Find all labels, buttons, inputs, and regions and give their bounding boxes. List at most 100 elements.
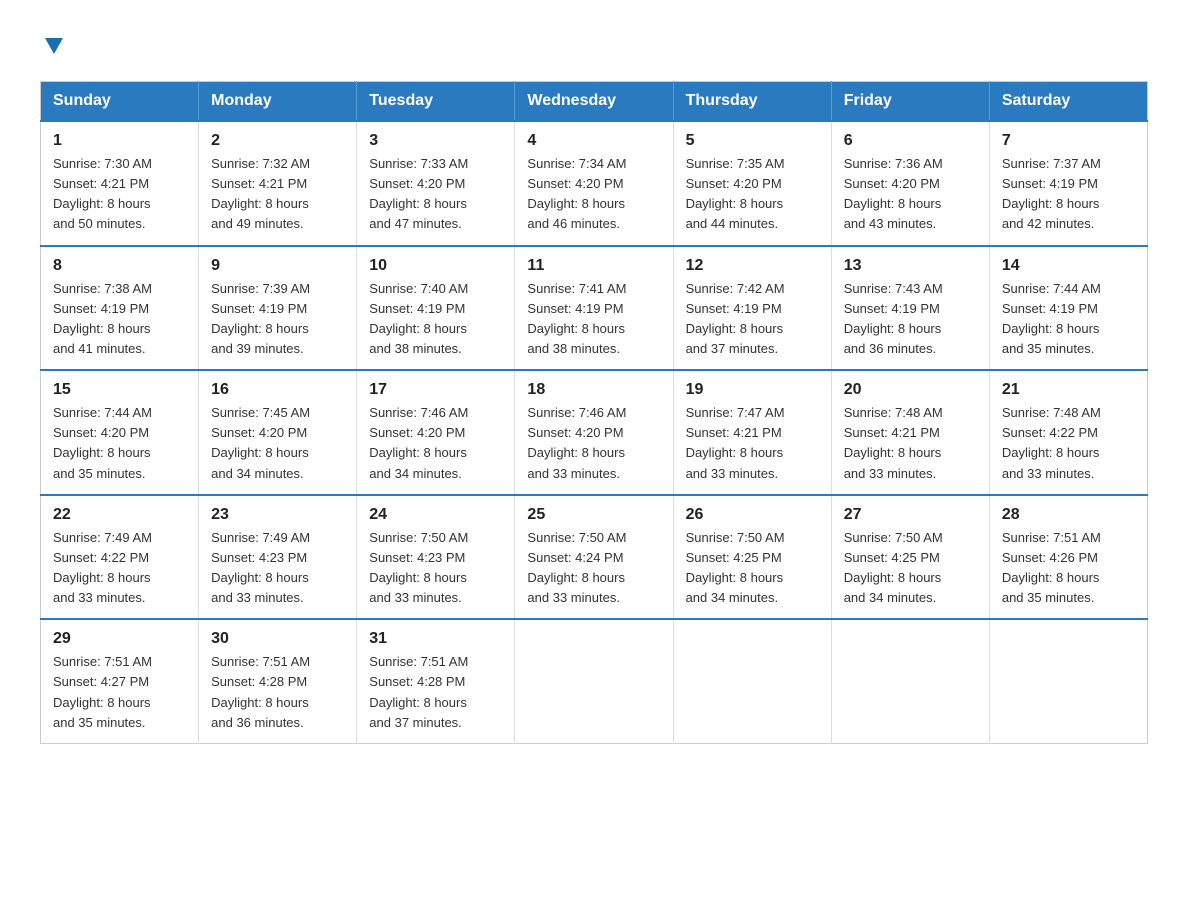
day-info: Sunrise: 7:40 AMSunset: 4:19 PMDaylight:… [369,279,502,360]
week-row-3: 15Sunrise: 7:44 AMSunset: 4:20 PMDayligh… [41,370,1148,495]
calendar-cell: 4 Sunrise: 7:34 AMSunset: 4:20 PMDaylight… [515,121,673,246]
calendar-cell: 18 Sunrise: 7:46 AMSunset: 4:20 PMDayligh… [515,370,673,495]
day-info: Sunrise: 7:37 AMSunset: 4:19 PMDaylight:… [1002,154,1135,235]
calendar-cell [831,619,989,743]
day-number: 26 [686,506,819,524]
day-info: Sunrise: 7:33 AMSunset: 4:20 PMDaylight:… [369,154,502,235]
day-number: 10 [369,257,502,275]
day-info: Sunrise: 7:39 AMSunset: 4:19 PMDaylight:… [211,279,344,360]
day-info: Sunrise: 7:38 AMSunset: 4:19 PMDaylight:… [53,279,186,360]
week-row-5: 29Sunrise: 7:51 AMSunset: 4:27 PMDayligh… [41,619,1148,743]
day-info: Sunrise: 7:30 AMSunset: 4:21 PMDaylight:… [53,154,186,235]
day-info: Sunrise: 7:34 AMSunset: 4:20 PMDaylight:… [527,154,660,235]
calendar-header: SundayMondayTuesdayWednesdayThursdayFrid… [41,82,1148,122]
day-info: Sunrise: 7:41 AMSunset: 4:19 PMDaylight:… [527,279,660,360]
day-number: 3 [369,132,502,150]
day-info: Sunrise: 7:50 AMSunset: 4:25 PMDaylight:… [844,528,977,609]
day-number: 23 [211,506,344,524]
logo [40,30,65,61]
calendar-cell: 30 Sunrise: 7:51 AMSunset: 4:28 PMDayligh… [199,619,357,743]
calendar-body: 1 Sunrise: 7:30 AMSunset: 4:21 PMDaylight… [41,121,1148,743]
day-info: Sunrise: 7:48 AMSunset: 4:21 PMDaylight:… [844,403,977,484]
day-number: 12 [686,257,819,275]
day-info: Sunrise: 7:32 AMSunset: 4:21 PMDaylight:… [211,154,344,235]
day-info: Sunrise: 7:49 AMSunset: 4:23 PMDaylight:… [211,528,344,609]
calendar-cell: 29Sunrise: 7:51 AMSunset: 4:27 PMDayligh… [41,619,199,743]
calendar-cell: 21 Sunrise: 7:48 AMSunset: 4:22 PMDayligh… [989,370,1147,495]
day-number: 5 [686,132,819,150]
day-number: 21 [1002,381,1135,399]
calendar-cell: 22Sunrise: 7:49 AMSunset: 4:22 PMDayligh… [41,495,199,620]
calendar-cell: 15Sunrise: 7:44 AMSunset: 4:20 PMDayligh… [41,370,199,495]
day-info: Sunrise: 7:50 AMSunset: 4:23 PMDaylight:… [369,528,502,609]
day-info: Sunrise: 7:46 AMSunset: 4:20 PMDaylight:… [527,403,660,484]
day-number: 16 [211,381,344,399]
day-number: 15 [53,381,186,399]
day-info: Sunrise: 7:42 AMSunset: 4:19 PMDaylight:… [686,279,819,360]
calendar-cell: 10 Sunrise: 7:40 AMSunset: 4:19 PMDayligh… [357,246,515,371]
day-number: 20 [844,381,977,399]
week-row-1: 1 Sunrise: 7:30 AMSunset: 4:21 PMDaylight… [41,121,1148,246]
day-number: 25 [527,506,660,524]
day-number: 4 [527,132,660,150]
day-info: Sunrise: 7:47 AMSunset: 4:21 PMDaylight:… [686,403,819,484]
day-info: Sunrise: 7:51 AMSunset: 4:27 PMDaylight:… [53,652,186,733]
day-info: Sunrise: 7:43 AMSunset: 4:19 PMDaylight:… [844,279,977,360]
calendar-cell: 25 Sunrise: 7:50 AMSunset: 4:24 PMDayligh… [515,495,673,620]
day-number: 24 [369,506,502,524]
calendar-cell: 2Sunrise: 7:32 AMSunset: 4:21 PMDaylight… [199,121,357,246]
day-header-thursday: Thursday [673,82,831,122]
calendar-cell [673,619,831,743]
day-number: 7 [1002,132,1135,150]
calendar-cell: 26Sunrise: 7:50 AMSunset: 4:25 PMDayligh… [673,495,831,620]
calendar-cell: 28 Sunrise: 7:51 AMSunset: 4:26 PMDayligh… [989,495,1147,620]
day-header-saturday: Saturday [989,82,1147,122]
day-info: Sunrise: 7:51 AMSunset: 4:26 PMDaylight:… [1002,528,1135,609]
calendar-cell: 27 Sunrise: 7:50 AMSunset: 4:25 PMDayligh… [831,495,989,620]
calendar-cell: 16 Sunrise: 7:45 AMSunset: 4:20 PMDayligh… [199,370,357,495]
page-header [40,30,1148,61]
day-info: Sunrise: 7:44 AMSunset: 4:19 PMDaylight:… [1002,279,1135,360]
day-number: 27 [844,506,977,524]
day-number: 14 [1002,257,1135,275]
day-header-monday: Monday [199,82,357,122]
day-info: Sunrise: 7:50 AMSunset: 4:24 PMDaylight:… [527,528,660,609]
day-number: 31 [369,630,502,648]
day-header-friday: Friday [831,82,989,122]
week-row-2: 8 Sunrise: 7:38 AMSunset: 4:19 PMDaylight… [41,246,1148,371]
day-number: 6 [844,132,977,150]
calendar-cell: 14 Sunrise: 7:44 AMSunset: 4:19 PMDayligh… [989,246,1147,371]
calendar-cell: 31 Sunrise: 7:51 AMSunset: 4:28 PMDayligh… [357,619,515,743]
day-info: Sunrise: 7:46 AMSunset: 4:20 PMDaylight:… [369,403,502,484]
day-number: 9 [211,257,344,275]
calendar-cell: 23 Sunrise: 7:49 AMSunset: 4:23 PMDayligh… [199,495,357,620]
calendar-cell: 1 Sunrise: 7:30 AMSunset: 4:21 PMDaylight… [41,121,199,246]
day-info: Sunrise: 7:45 AMSunset: 4:20 PMDaylight:… [211,403,344,484]
calendar-cell: 3 Sunrise: 7:33 AMSunset: 4:20 PMDaylight… [357,121,515,246]
calendar-cell: 7 Sunrise: 7:37 AMSunset: 4:19 PMDaylight… [989,121,1147,246]
day-number: 30 [211,630,344,648]
day-header-sunday: Sunday [41,82,199,122]
day-info: Sunrise: 7:48 AMSunset: 4:22 PMDaylight:… [1002,403,1135,484]
week-row-4: 22Sunrise: 7:49 AMSunset: 4:22 PMDayligh… [41,495,1148,620]
day-info: Sunrise: 7:36 AMSunset: 4:20 PMDaylight:… [844,154,977,235]
calendar-cell: 11 Sunrise: 7:41 AMSunset: 4:19 PMDayligh… [515,246,673,371]
day-number: 18 [527,381,660,399]
calendar-cell: 8 Sunrise: 7:38 AMSunset: 4:19 PMDaylight… [41,246,199,371]
day-info: Sunrise: 7:51 AMSunset: 4:28 PMDaylight:… [369,652,502,733]
day-info: Sunrise: 7:51 AMSunset: 4:28 PMDaylight:… [211,652,344,733]
day-number: 17 [369,381,502,399]
calendar-cell: 17 Sunrise: 7:46 AMSunset: 4:20 PMDayligh… [357,370,515,495]
day-number: 8 [53,257,186,275]
calendar-table: SundayMondayTuesdayWednesdayThursdayFrid… [40,81,1148,744]
calendar-cell [989,619,1147,743]
calendar-cell: 20 Sunrise: 7:48 AMSunset: 4:21 PMDayligh… [831,370,989,495]
day-number: 1 [53,132,186,150]
day-number: 13 [844,257,977,275]
day-header-tuesday: Tuesday [357,82,515,122]
day-number: 22 [53,506,186,524]
day-number: 11 [527,257,660,275]
calendar-cell: 6 Sunrise: 7:36 AMSunset: 4:20 PMDaylight… [831,121,989,246]
day-number: 28 [1002,506,1135,524]
calendar-cell: 24 Sunrise: 7:50 AMSunset: 4:23 PMDayligh… [357,495,515,620]
